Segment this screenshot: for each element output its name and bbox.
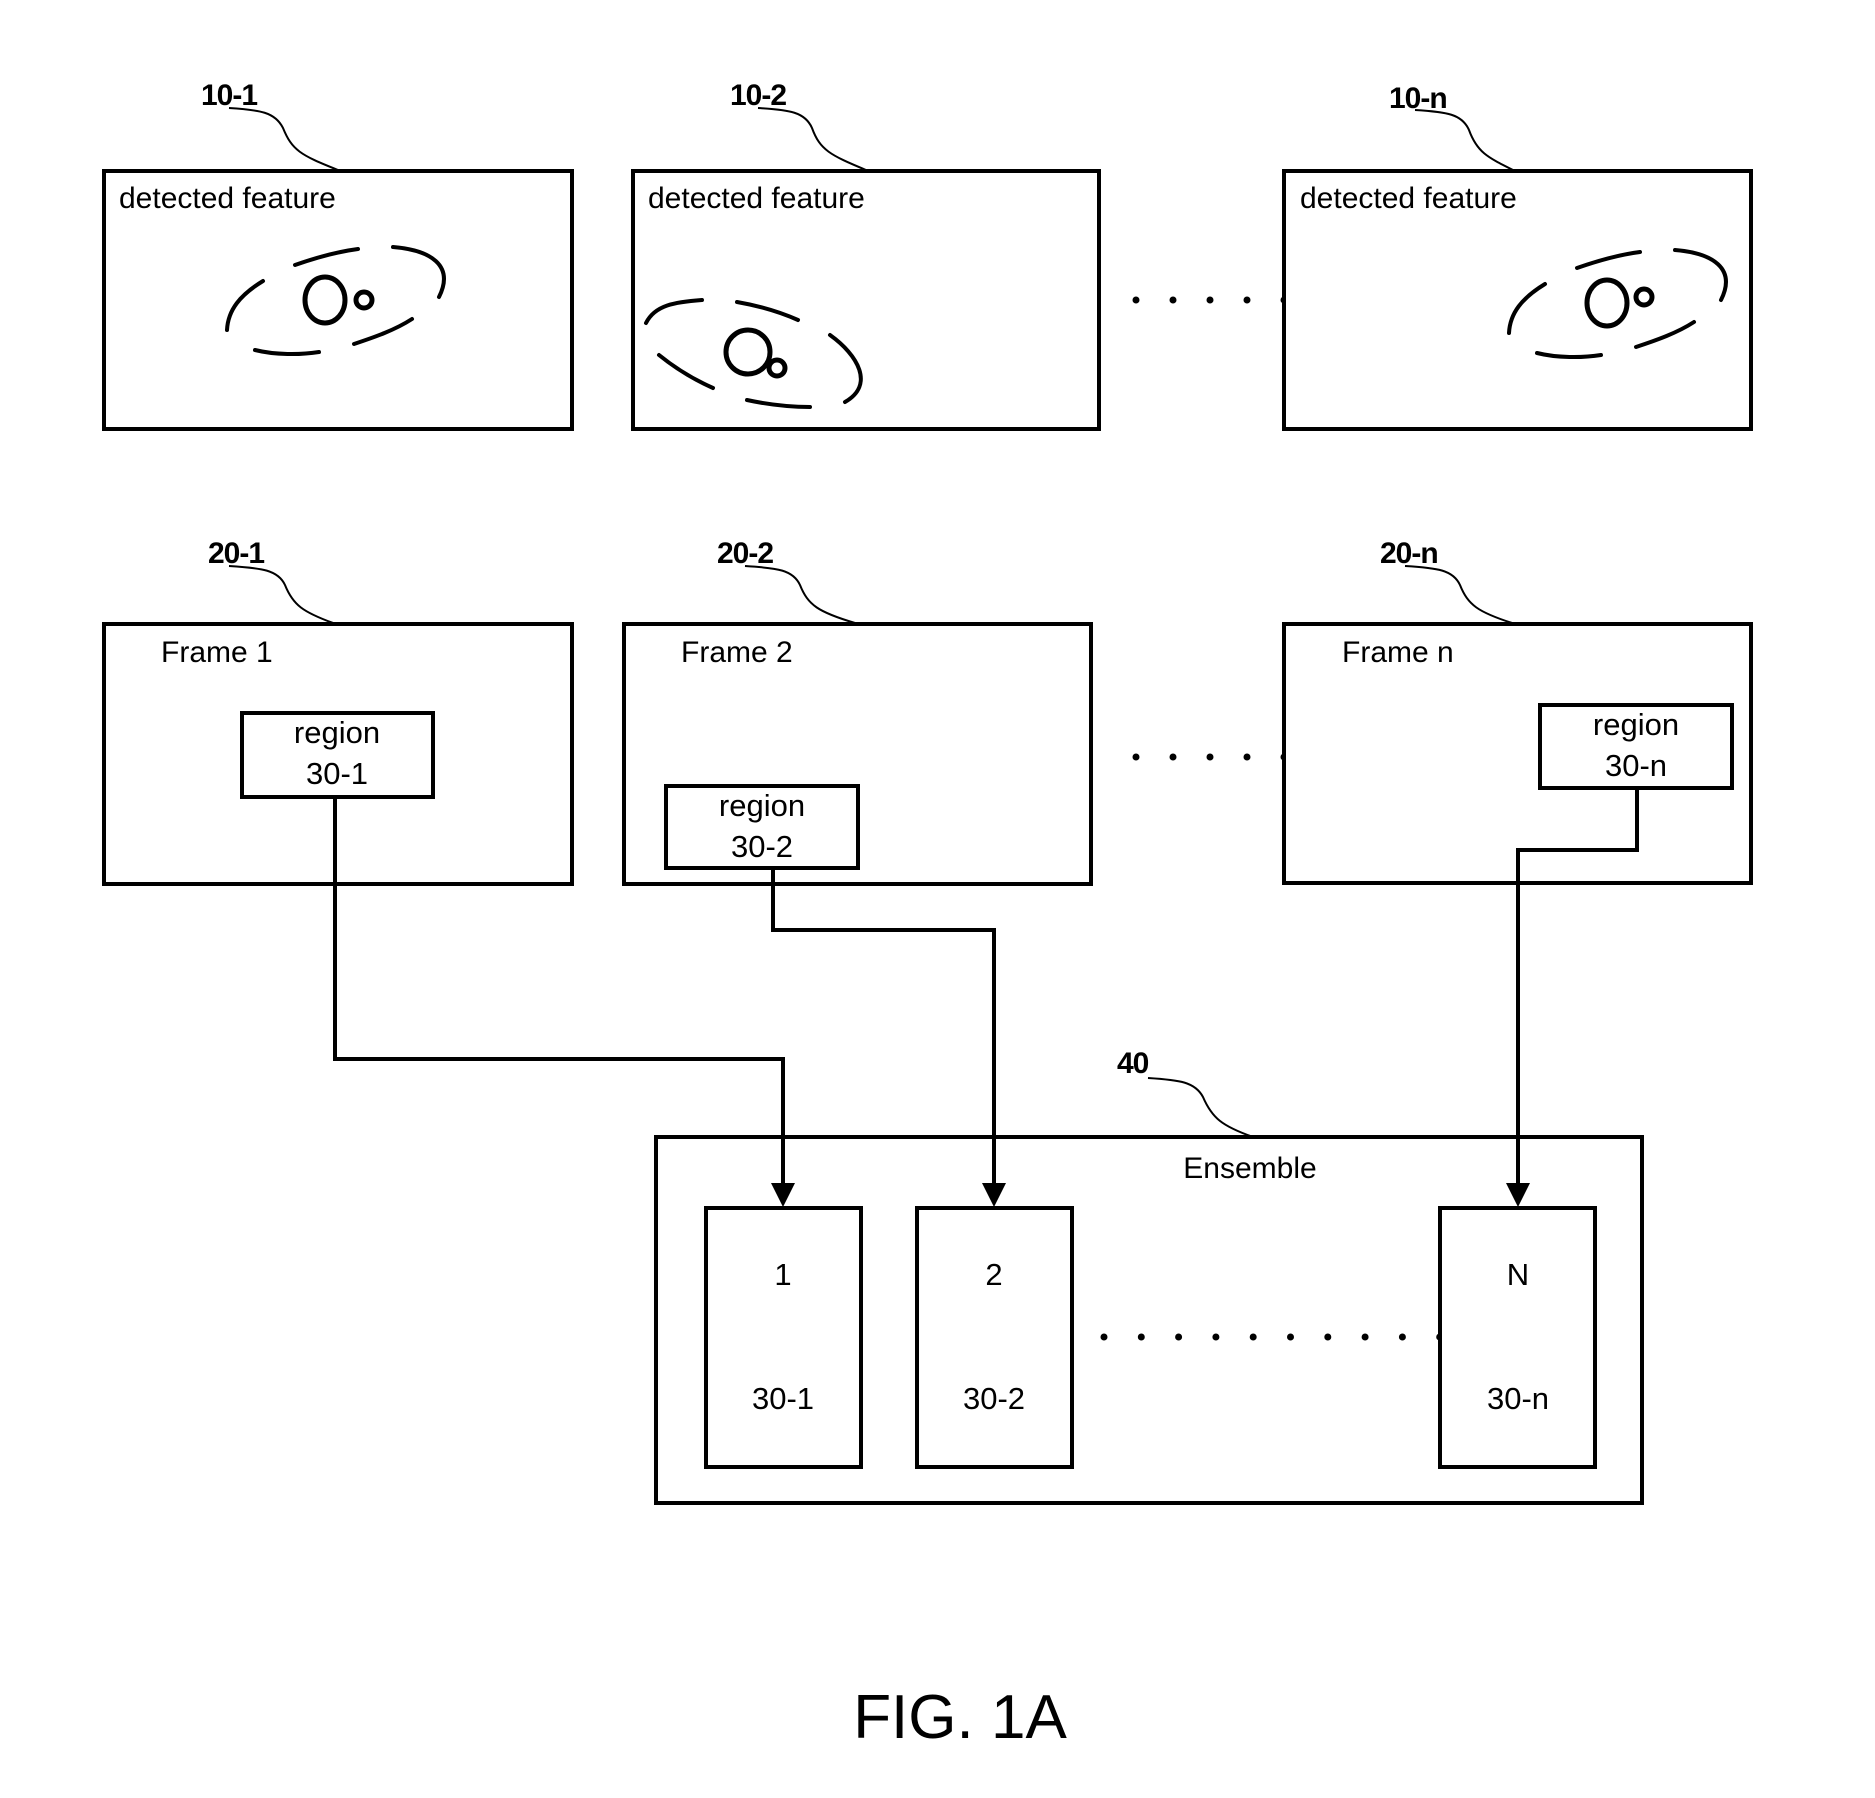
ellipsis-dot (1169, 296, 1177, 304)
ensemble-member-n: N 30-n (1438, 1206, 1597, 1469)
ref-label-20-1: 20-1 (208, 537, 264, 570)
ellipsis-dot (1212, 1333, 1220, 1341)
detected-box-n: 10-n detected feature (1282, 82, 1753, 431)
leader-line (744, 565, 856, 624)
ellipsis-dot (1175, 1333, 1183, 1341)
member-index: 1 (774, 1257, 791, 1292)
region-id: 30-n (1605, 748, 1667, 783)
ellipsis-dot (1206, 296, 1214, 304)
member-region-id: 30-2 (963, 1381, 1025, 1416)
frame-box-1: 20-1 Frame 1 region 30-1 (102, 537, 574, 886)
figure-caption: FIG. 1A (853, 1683, 1067, 1752)
frame-title: Frame 2 (681, 636, 793, 669)
box-title: detected feature (1300, 182, 1517, 215)
ensemble-member-1: 1 30-1 (704, 1206, 863, 1469)
member-index: 2 (985, 1257, 1002, 1292)
member-region-id: 30-n (1487, 1381, 1549, 1416)
patent-figure: 10-1 detected feature 10-2 detected feat… (102, 79, 1753, 1752)
ellipsis-dot (1398, 1333, 1406, 1341)
detected-box-1: 10-1 detected feature (102, 79, 574, 431)
region-label: region (1593, 707, 1679, 742)
frame-box-2: 20-2 Frame 2 region 30-2 (622, 537, 1093, 886)
detected-box-2: 10-2 detected feature (631, 79, 1101, 431)
ellipsis-dot (1361, 1333, 1369, 1341)
ensemble-member-2: 2 30-2 (915, 1206, 1074, 1469)
region-id: 30-1 (306, 756, 368, 791)
ref-label-40: 40 (1117, 1047, 1149, 1080)
leader-line (1404, 565, 1513, 624)
frame-box-n: 20-n Frame n region 30-n (1282, 537, 1753, 885)
leader-line (1147, 1077, 1254, 1138)
member-box (1438, 1206, 1597, 1469)
member-region-id: 30-1 (752, 1381, 814, 1416)
ensemble: 40 Ensemble 1 30-1 2 30-2 N 30-n (654, 1047, 1644, 1505)
ellipsis-dot (1324, 1333, 1332, 1341)
box-title: detected feature (119, 182, 336, 215)
region-label: region (719, 788, 805, 823)
ellipsis-dot (1206, 753, 1214, 761)
member-box (915, 1206, 1074, 1469)
ellipsis-dot (1100, 1333, 1108, 1341)
ellipsis-dot (1169, 753, 1177, 761)
ref-label-20-n: 20-n (1380, 537, 1438, 570)
ellipsis-dot (1249, 1333, 1257, 1341)
frame-ellipsis (1132, 753, 1288, 761)
member-box (704, 1206, 863, 1469)
box-title: detected feature (648, 182, 865, 215)
frame-title: Frame n (1342, 636, 1454, 669)
leader-line (757, 107, 867, 171)
ellipsis-dot (1132, 296, 1140, 304)
ensemble-title: Ensemble (1183, 1152, 1316, 1185)
region-id: 30-2 (731, 829, 793, 864)
ellipsis-dot (1243, 296, 1251, 304)
ellipsis-dot (1132, 753, 1140, 761)
leader-line (1414, 109, 1514, 171)
frame-title: Frame 1 (161, 636, 273, 669)
ellipsis-dot (1137, 1333, 1145, 1341)
member-index: N (1507, 1257, 1529, 1292)
ellipsis-dot (1287, 1333, 1294, 1341)
region-label: region (294, 715, 380, 750)
leader-line (228, 107, 339, 171)
leader-line (228, 565, 334, 624)
ellipsis-dot (1243, 753, 1251, 761)
detected-ellipsis (1132, 296, 1288, 304)
